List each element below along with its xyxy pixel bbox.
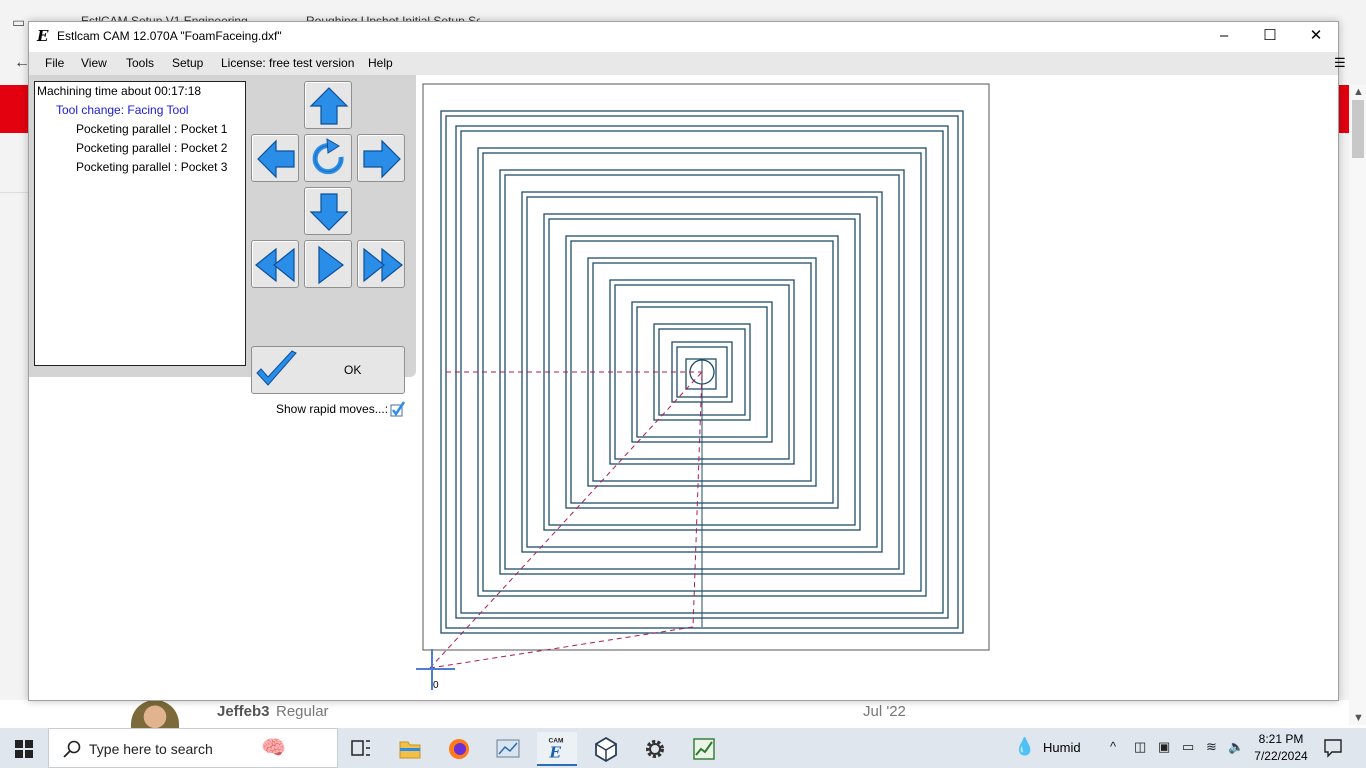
windows-start-icon[interactable]: [15, 740, 33, 758]
show-rapid-moves-checkbox[interactable]: [388, 400, 406, 418]
estlcam-taskbar-icon[interactable]: CAM E: [537, 732, 577, 766]
arrow-left-icon: [257, 139, 295, 179]
rewind-button[interactable]: [251, 240, 299, 288]
divider: [0, 192, 28, 193]
checkmark-icon: [256, 350, 297, 386]
ok-label: OK: [344, 363, 362, 377]
show-rapid-moves-label: Show rapid moves...:: [276, 402, 389, 416]
task-view-icon[interactable]: [341, 732, 381, 766]
notification-icon[interactable]: [1323, 738, 1343, 758]
fast-forward-button[interactable]: [357, 240, 405, 288]
move-down-button[interactable]: [304, 187, 352, 235]
estlcam-logo-icon: E: [37, 27, 49, 45]
title-bar[interactable]: E Estlcam CAM 12.070A "FoamFaceing.dxf" …: [29, 22, 1338, 52]
scroll-up-icon[interactable]: ▲: [1353, 86, 1364, 98]
volume-icon[interactable]: 🔈: [1228, 739, 1244, 755]
forum-post-date: Jul '22: [863, 703, 906, 720]
photos-icon[interactable]: [488, 732, 528, 766]
wifi-icon[interactable]: ≋: [1206, 739, 1217, 755]
settings-gear-icon[interactable]: [635, 732, 675, 766]
estlcam-window: E Estlcam CAM 12.070A "FoamFaceing.dxf" …: [28, 21, 1346, 701]
menu-tools[interactable]: Tools: [126, 56, 154, 70]
rotate-view-button[interactable]: [304, 134, 352, 182]
move-left-button[interactable]: [251, 134, 299, 182]
firefox-icon[interactable]: [439, 732, 479, 766]
file-explorer-icon[interactable]: [390, 732, 430, 766]
3d-cube-icon[interactable]: [586, 732, 626, 766]
search-icon: [63, 740, 81, 758]
svg-text:E: E: [548, 743, 561, 761]
fast-forward-icon: [363, 247, 403, 283]
rotate-icon: [312, 138, 344, 175]
scroll-thumb[interactable]: [1352, 100, 1364, 158]
clock-date[interactable]: 7/22/2024: [1251, 749, 1311, 763]
site-header-strip-left: [0, 85, 28, 133]
minimize-button[interactable]: –: [1201, 22, 1247, 52]
list-item-tool-change[interactable]: Tool change: Facing Tool: [56, 103, 189, 117]
forum-user-role: Regular: [276, 703, 329, 720]
menu-help[interactable]: Help: [368, 56, 393, 70]
device-icon[interactable]: ▣: [1158, 739, 1170, 755]
list-item-pocket-3[interactable]: Pocketing parallel : Pocket 3: [76, 160, 227, 174]
scroll-down-icon[interactable]: ▼: [1353, 712, 1364, 724]
clock-time[interactable]: 8:21 PM: [1256, 732, 1306, 746]
page-scrollbar[interactable]: [1349, 85, 1366, 725]
list-item-pocket-1[interactable]: Pocketing parallel : Pocket 1: [76, 122, 227, 136]
meet-now-icon[interactable]: ◫: [1134, 739, 1146, 755]
close-button[interactable]: ✕: [1293, 22, 1339, 52]
weather-humid-icon[interactable]: 💧: [1014, 737, 1035, 757]
job-list[interactable]: Machining time about 00:17:18 Tool chang…: [34, 81, 246, 366]
taskbar: Type here to search 🧠 CAM E 💧 Humid ^ ◫ …: [0, 728, 1366, 768]
rewind-icon: [255, 247, 295, 283]
menu-file[interactable]: File: [45, 56, 64, 70]
site-header-strip-right: [1339, 85, 1349, 133]
hamburger-menu-icon[interactable]: ☰: [1334, 55, 1346, 71]
menu-bar: File View Tools Setup License: free test…: [29, 52, 1346, 75]
arrow-up-icon: [309, 87, 349, 125]
search-placeholder: Type here to search: [89, 741, 213, 757]
menu-license[interactable]: License: free test version: [221, 56, 354, 70]
menu-view[interactable]: View: [81, 56, 107, 70]
arrow-down-icon: [309, 193, 349, 231]
arrow-right-icon: [363, 139, 401, 179]
menu-setup[interactable]: Setup: [172, 56, 203, 70]
taskbar-search-box[interactable]: Type here to search 🧠: [48, 728, 338, 768]
activity-chart-icon[interactable]: [684, 732, 724, 766]
tray-overflow-chevron-icon[interactable]: ^: [1110, 739, 1116, 754]
origin-label: 0: [433, 680, 439, 691]
maximize-button[interactable]: ☐: [1247, 22, 1293, 52]
window-title: Estlcam CAM 12.070A "FoamFaceing.dxf": [57, 29, 282, 43]
play-icon: [318, 245, 344, 285]
tab-actions-icon[interactable]: ▭: [12, 14, 25, 31]
forum-post-strip: [0, 700, 1366, 728]
search-highlight-brain-icon: 🧠: [261, 737, 286, 759]
ok-button[interactable]: OK: [251, 346, 405, 394]
toolpath-preview-canvas[interactable]: 0: [416, 75, 1338, 701]
play-button[interactable]: [304, 240, 352, 288]
simulation-panel: Machining time about 00:17:18 Tool chang…: [29, 75, 416, 417]
forum-username[interactable]: Jeffeb3: [217, 703, 270, 720]
battery-icon[interactable]: ▭: [1182, 739, 1194, 755]
machining-time-label: Machining time about 00:17:18: [37, 84, 202, 98]
move-right-button[interactable]: [357, 134, 405, 182]
weather-label[interactable]: Humid: [1043, 740, 1081, 755]
move-up-button[interactable]: [304, 81, 352, 129]
list-item-pocket-2[interactable]: Pocketing parallel : Pocket 2: [76, 141, 227, 155]
